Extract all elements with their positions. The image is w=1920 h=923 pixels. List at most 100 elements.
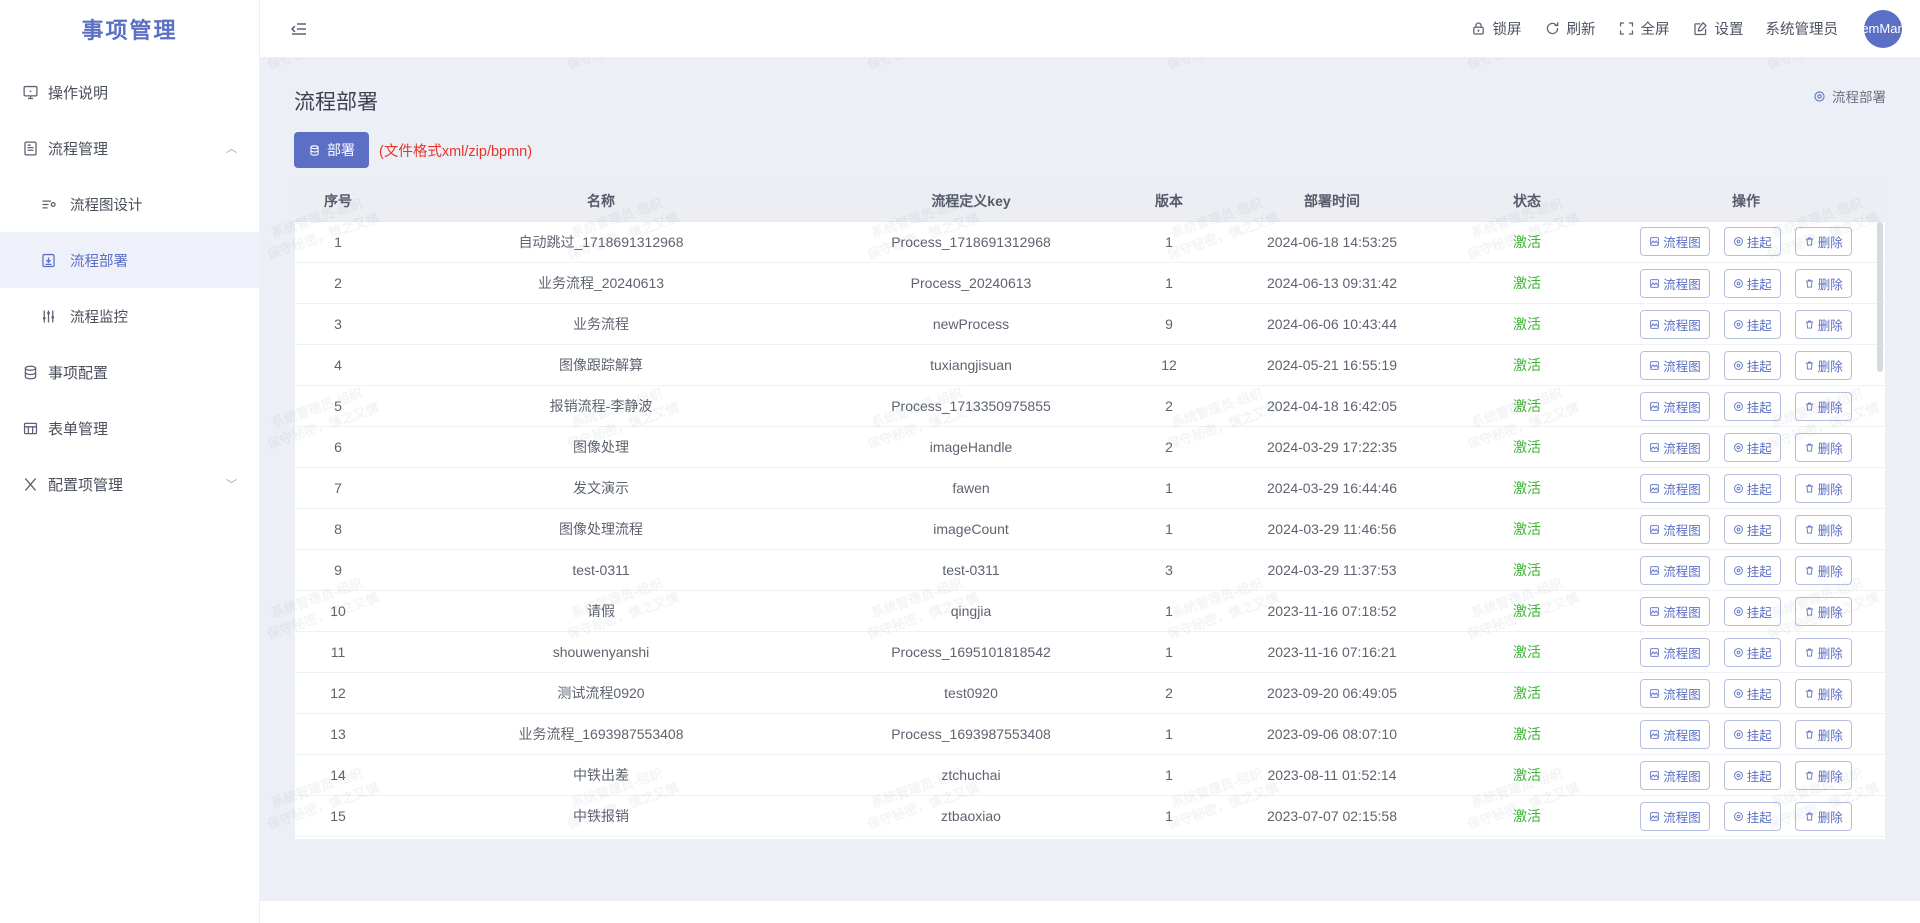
- op-label: 流程图: [1663, 605, 1701, 620]
- op-label: 挂起: [1746, 728, 1772, 743]
- row-delete-button[interactable]: 删除: [1794, 473, 1852, 503]
- sidebar-item-flow-design[interactable]: 流程图设计: [0, 176, 259, 232]
- row-name: 报销流程-李静波: [381, 385, 821, 427]
- row-suspend-button[interactable]: 挂起: [1723, 555, 1781, 585]
- row-delete-button[interactable]: 删除: [1794, 350, 1852, 380]
- row-name: 请假: [381, 590, 821, 632]
- row-flowchart-button[interactable]: 流程图: [1640, 760, 1710, 790]
- table-row[interactable]: 2 业务流程_20240613 Process_20240613 1 2024-06-1…: [295, 262, 1885, 304]
- row-flowchart-button[interactable]: 流程图: [1640, 473, 1710, 503]
- row-flowchart-button[interactable]: 流程图: [1640, 391, 1710, 421]
- row-flowchart-button[interactable]: 流程图: [1640, 801, 1710, 831]
- row-state: 激活: [1447, 754, 1607, 796]
- table-vertical-scrollbar[interactable]: [1877, 221, 1883, 372]
- row-flowchart-button[interactable]: 流程图: [1640, 432, 1710, 462]
- table-row[interactable]: 6 图像处理 imageHandle 2 2024-03-29 17:22:35 激活 流程…: [295, 426, 1885, 468]
- row-key: ztchuchai: [821, 754, 1121, 796]
- row-delete-button[interactable]: 删除: [1794, 227, 1852, 257]
- row-delete-button[interactable]: 删除: [1794, 555, 1852, 585]
- row-time: 2024-04-18 16:42:05: [1217, 385, 1447, 427]
- row-delete-button[interactable]: 删除: [1794, 637, 1852, 667]
- trash-icon: [1804, 236, 1815, 247]
- sidebar-item-process-management[interactable]: 流程管理 ︿: [0, 120, 259, 176]
- sidebar-item-process-deploy[interactable]: 流程部署: [0, 232, 259, 288]
- lock-screen-button[interactable]: 锁屏: [1470, 18, 1522, 39]
- row-delete-button[interactable]: 删除: [1794, 268, 1852, 298]
- row-delete-button[interactable]: 删除: [1794, 801, 1852, 831]
- table-row[interactable]: 11 shouwenyanshi Process_1695101818542 1 202…: [295, 631, 1885, 673]
- deploy-button[interactable]: 部署: [294, 132, 369, 168]
- trash-icon: [1804, 729, 1815, 740]
- row-seq: 6: [295, 426, 381, 468]
- row-flowchart-button[interactable]: 流程图: [1640, 555, 1710, 585]
- table-row[interactable]: 5 报销流程-李静波 Process_1713350975855 2 2024-04-1…: [295, 385, 1885, 427]
- row-seq: 9: [295, 549, 381, 591]
- row-suspend-button[interactable]: 挂起: [1723, 309, 1781, 339]
- trash-icon: [1804, 647, 1815, 658]
- table-row[interactable]: 16系统工单systemWorkOrder12023-01-09 02:20:1…: [295, 836, 1885, 839]
- table-row[interactable]: 9 test-0311 test-0311 3 2024-03-29 11:37:53 激…: [295, 549, 1885, 591]
- row-suspend-button[interactable]: 挂起: [1723, 432, 1781, 462]
- row-delete-button[interactable]: 删除: [1794, 309, 1852, 339]
- row-suspend-button[interactable]: 挂起: [1723, 760, 1781, 790]
- fullscreen-button[interactable]: 全屏: [1618, 18, 1670, 39]
- admin-name-label[interactable]: 系统管理员: [1766, 18, 1839, 39]
- row-flowchart-button[interactable]: 流程图: [1640, 227, 1710, 257]
- row-delete-button[interactable]: 删除: [1794, 391, 1852, 421]
- row-delete-button[interactable]: 删除: [1794, 514, 1852, 544]
- refresh-button[interactable]: 刷新: [1544, 18, 1596, 39]
- op-label: 挂起: [1746, 359, 1772, 374]
- table-row[interactable]: 10 请假 qingjia 1 2023-11-16 07:18:52 激活 流程图 挂起 删除: [295, 590, 1885, 632]
- row-suspend-button[interactable]: 挂起: [1723, 514, 1781, 544]
- table-row[interactable]: 8 图像处理流程 imageCount 1 2024-03-29 11:46:56 激活流…: [295, 508, 1885, 550]
- row-suspend-button[interactable]: 挂起: [1723, 719, 1781, 749]
- row-suspend-button[interactable]: 挂起: [1723, 268, 1781, 298]
- row-delete-button[interactable]: 删除: [1794, 596, 1852, 626]
- row-time: 2024-06-13 09:31:42: [1217, 262, 1447, 304]
- row-suspend-button[interactable]: 挂起: [1723, 801, 1781, 831]
- row-flowchart-button[interactable]: 流程图: [1640, 719, 1710, 749]
- table-row[interactable]: 3 业务流程 newProcess 9 2024-06-06 10:43:44 激活 流程图…: [295, 303, 1885, 345]
- row-suspend-button[interactable]: 挂起: [1723, 473, 1781, 503]
- avatar[interactable]: emMan: [1864, 9, 1902, 48]
- sidebar-item-operation-guide[interactable]: 操作说明: [0, 64, 259, 120]
- row-suspend-button[interactable]: 挂起: [1723, 678, 1781, 708]
- sidebar-item-config-item-management[interactable]: 配置项管理 ﹀: [0, 456, 259, 512]
- row-delete-button[interactable]: 删除: [1794, 719, 1852, 749]
- row-suspend-button[interactable]: 挂起: [1723, 637, 1781, 667]
- row-flowchart-button[interactable]: 流程图: [1640, 596, 1710, 626]
- table-row[interactable]: 12 测试流程0920 test0920 2 2023-09-20 06:49:05 激活…: [295, 672, 1885, 714]
- op-label: 挂起: [1746, 523, 1772, 538]
- table-body-scroll-region[interactable]: 1 自动跳过_1718691312968 Process_1718691312968…: [295, 221, 1885, 839]
- row-suspend-button[interactable]: 挂起: [1723, 227, 1781, 257]
- row-flowchart-button[interactable]: 流程图: [1640, 268, 1710, 298]
- row-flowchart-button[interactable]: 流程图: [1640, 309, 1710, 339]
- row-flowchart-button[interactable]: 流程图: [1640, 637, 1710, 667]
- table-row[interactable]: 4 图像跟踪解算 tuxiangjisuan 12 2024-05-21 16:55:1…: [295, 344, 1885, 386]
- row-flowchart-button[interactable]: 流程图: [1640, 514, 1710, 544]
- table-row[interactable]: 13 业务流程_1693987553408 Process_169398755340…: [295, 713, 1885, 755]
- row-suspend-button[interactable]: 挂起: [1723, 391, 1781, 421]
- process-deploy-panel: 流程部署 流程部署 部署 (文件格式xml/zip/bpmn) 序号 名称 流程…: [274, 72, 1906, 891]
- sidebar-item-form-management[interactable]: 表单管理: [0, 400, 259, 456]
- sidebar-item-matter-config[interactable]: 事项配置: [0, 344, 259, 400]
- table-row[interactable]: 14 中铁出差 ztchuchai 1 2023-08-11 01:52:14 激活 流程图…: [295, 754, 1885, 796]
- row-flowchart-button[interactable]: 流程图: [1640, 350, 1710, 380]
- menu-fold-icon[interactable]: [284, 14, 314, 44]
- table-row[interactable]: 1 自动跳过_1718691312968 Process_1718691312968…: [295, 221, 1885, 263]
- row-seq: 2: [295, 262, 381, 304]
- sidebar-item-process-monitor[interactable]: 流程监控: [0, 288, 259, 344]
- op-label: 删除: [1817, 810, 1843, 825]
- row-version: 1: [1121, 508, 1217, 550]
- table-row[interactable]: 15 中铁报销 ztbaoxiao 1 2023-07-07 02:15:58 激活 流程图…: [295, 795, 1885, 837]
- row-time: 2023-07-07 02:15:58: [1217, 795, 1447, 837]
- settings-button[interactable]: 设置: [1692, 18, 1744, 39]
- table-row[interactable]: 7 发文演示 fawen 1 2024-03-29 16:44:46 激活 流程图 挂起 删除: [295, 467, 1885, 509]
- row-suspend-button[interactable]: 挂起: [1723, 596, 1781, 626]
- row-suspend-button[interactable]: 挂起: [1723, 350, 1781, 380]
- row-flowchart-button[interactable]: 流程图: [1640, 678, 1710, 708]
- row-delete-button[interactable]: 删除: [1794, 760, 1852, 790]
- row-delete-button[interactable]: 删除: [1794, 432, 1852, 462]
- op-label: 删除: [1817, 441, 1843, 456]
- row-delete-button[interactable]: 删除: [1794, 678, 1852, 708]
